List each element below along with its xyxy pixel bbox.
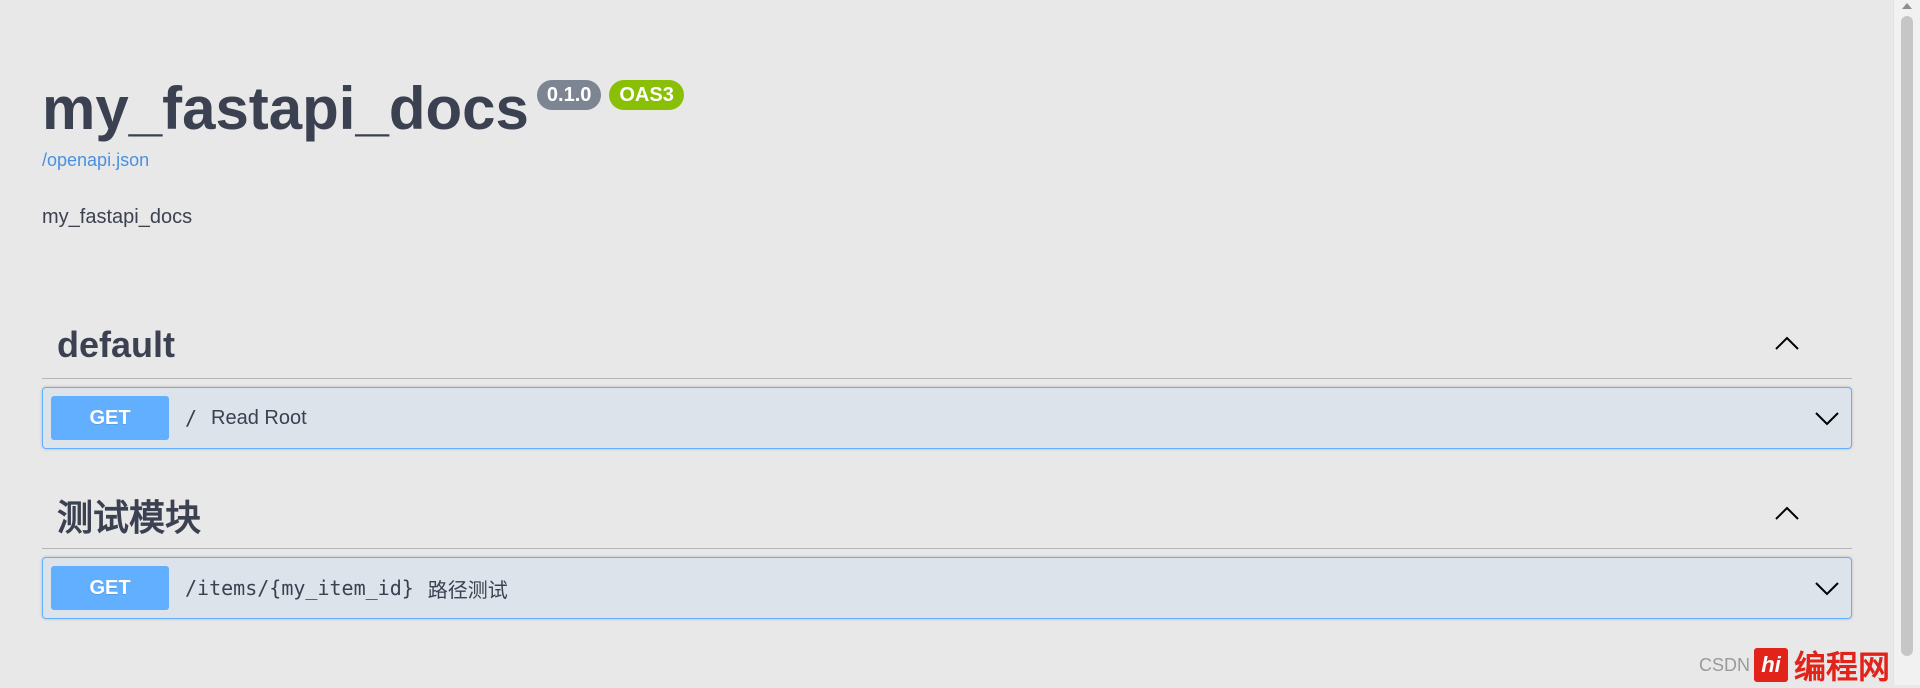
operation-summary: 路径测试 xyxy=(427,579,508,602)
watermark-csdn: CSDN xyxy=(1698,654,1750,675)
info-header: my_fastapi_docs 0.1.0 OAS3 xyxy=(42,74,684,144)
watermark-logo-icon: hi xyxy=(1753,648,1788,682)
chevron-up-icon[interactable] xyxy=(1772,504,1802,524)
watermark: CSDN hi 编程网 xyxy=(1698,645,1890,686)
tag-header-default[interactable]: default xyxy=(42,312,1852,379)
operation-get-root[interactable]: GET / Read Root xyxy=(42,387,1852,449)
operation-path: /items/{my_item_id} xyxy=(185,576,414,600)
api-description: my_fastapi_docs xyxy=(42,206,193,228)
operation-get-item[interactable]: GET /items/{my_item_id} 路径测试 xyxy=(42,557,1852,619)
method-badge-get: GET xyxy=(51,396,169,440)
openapi-json-link[interactable]: /openapi.json xyxy=(42,150,149,171)
api-title: my_fastapi_docs xyxy=(42,75,529,142)
tag-section-default: default GET / Read Root xyxy=(42,312,1852,449)
scrollbar-thumb[interactable] xyxy=(1901,16,1913,656)
operation-path: / xyxy=(185,406,198,430)
chevron-down-icon[interactable] xyxy=(1813,578,1841,598)
oas-badge: OAS3 xyxy=(609,80,684,110)
tag-header-test-module[interactable]: 测试模块 xyxy=(42,482,1852,549)
tag-name: default xyxy=(57,324,176,365)
watermark-site-name: 编程网 xyxy=(1793,648,1890,686)
tag-name: 测试模块 xyxy=(57,497,202,538)
vertical-scrollbar[interactable] xyxy=(1893,0,1920,685)
scroll-up-arrow-icon[interactable] xyxy=(1902,3,1912,9)
method-badge-get: GET xyxy=(51,566,169,610)
version-badge: 0.1.0 xyxy=(536,80,602,110)
tag-section-test-module: 测试模块 GET /items/{my_item_id} 路径测试 xyxy=(42,482,1852,619)
chevron-up-icon[interactable] xyxy=(1772,334,1802,354)
operation-summary: Read Root xyxy=(211,406,307,429)
chevron-down-icon[interactable] xyxy=(1813,408,1841,428)
